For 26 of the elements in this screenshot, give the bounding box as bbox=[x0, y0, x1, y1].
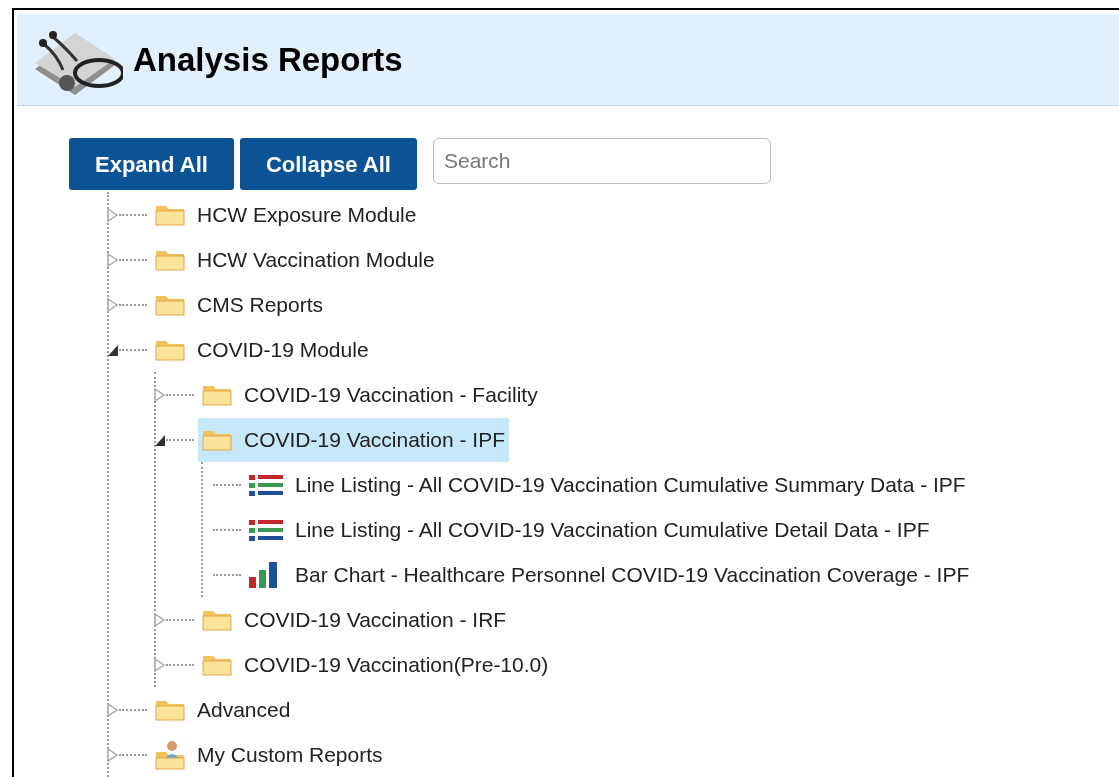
tree-item[interactable]: COVID-19 Vaccination(Pre-10.0) bbox=[198, 642, 553, 687]
tree-item[interactable]: COVID-19 Vaccination - IPF bbox=[198, 417, 510, 462]
expand-toggle-icon[interactable] bbox=[154, 657, 166, 672]
tree-item[interactable]: Line Listing - All COVID-19 Vaccination Cumulative Detail Data - IPF bbox=[245, 507, 934, 552]
tree-item[interactable]: CMS Reports bbox=[151, 282, 328, 327]
tree-item[interactable]: COVID-19 Vaccination - Facility bbox=[198, 372, 542, 417]
tree-item[interactable]: Advanced bbox=[151, 687, 295, 732]
expand-toggle-icon[interactable] bbox=[107, 747, 119, 762]
page-title: Analysis Reports bbox=[133, 39, 403, 80]
tree-item[interactable]: My Custom Reports bbox=[151, 732, 387, 777]
folder-person-icon bbox=[155, 739, 185, 770]
expand-toggle-icon[interactable] bbox=[107, 297, 119, 312]
tree-item[interactable]: Bar Chart - Healthcare Personnel COVID-19 Vaccination Coverage - IPF bbox=[245, 552, 974, 597]
tree-item[interactable]: HCW Vaccination Module bbox=[151, 237, 439, 282]
tree-item[interactable]: Line Listing - All COVID-19 Vaccination Cumulative Summary Data - IPF bbox=[245, 462, 970, 507]
tree-action-button[interactable]: Collapse All bbox=[239, 138, 417, 190]
expand-toggle-icon[interactable] bbox=[154, 387, 166, 402]
expand-toggle-icon[interactable] bbox=[107, 252, 119, 267]
tree-item[interactable]: COVID-19 Vaccination - IRF bbox=[198, 597, 511, 642]
tree-action-button[interactable]: Expand All bbox=[69, 138, 234, 190]
expand-toggle-icon[interactable] bbox=[107, 702, 119, 717]
expand-toggle-icon[interactable] bbox=[107, 207, 119, 222]
search-field[interactable]: Search bbox=[433, 138, 771, 184]
expand-toggle-icon[interactable] bbox=[154, 612, 166, 627]
tree-item[interactable]: COVID-19 Module bbox=[151, 327, 373, 372]
tree-item[interactable]: HCW Exposure Module bbox=[151, 192, 421, 237]
